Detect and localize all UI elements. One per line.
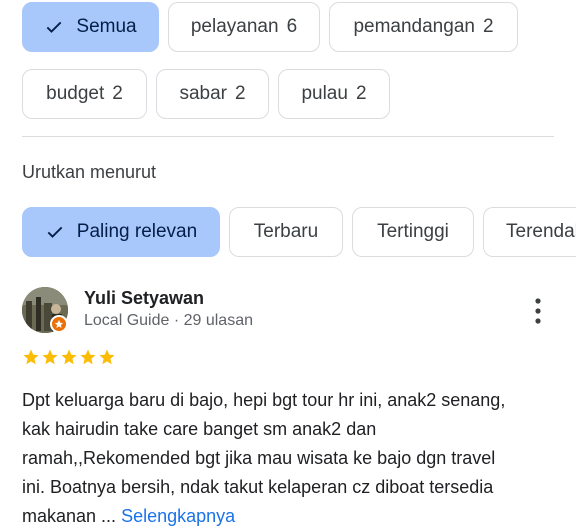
- star-icon: [23, 349, 39, 365]
- sort-label: Urutkan menurut: [22, 162, 157, 182]
- review-text-line: makanan ...: [22, 506, 117, 526]
- sort-chip-label: Tertinggi: [377, 221, 449, 242]
- filter-chip-pelayanan[interactable]: pelayanan 6: [168, 2, 320, 52]
- reviewer-meta: Local Guide · 29 ulasan: [84, 312, 253, 329]
- more-vert-icon[interactable]: [528, 296, 548, 326]
- review-text-line: ramah,,Rekomended bgt jika mau wisata ke…: [22, 448, 496, 468]
- filter-chip-count: 2: [482, 16, 494, 37]
- sort-chip-label: Terendah: [506, 221, 576, 242]
- filter-chip-label: sabar: [179, 83, 227, 104]
- filter-chip-pulau[interactable]: pulau 2: [278, 69, 390, 119]
- check-icon: [47, 226, 63, 238]
- filter-chip-label: pulau: [301, 83, 348, 104]
- sort-chip-tertinggi[interactable]: Tertinggi: [352, 207, 474, 257]
- review-text: Dpt keluarga baru di bajo, hepi bgt tour…: [22, 386, 562, 531]
- star-icon: [42, 349, 58, 365]
- star-icon: [61, 349, 77, 365]
- filter-chip-sabar[interactable]: sabar 2: [156, 69, 269, 119]
- filter-chip-label: pelayanan: [190, 16, 279, 37]
- sort-chip-terbaru[interactable]: Terbaru: [229, 207, 343, 257]
- review-text-line: ini. Boatnya bersih, ndak takut kelapera…: [22, 477, 494, 497]
- sort-chip-terendah[interactable]: Terendah: [483, 207, 576, 257]
- sort-chip-paling-relevan[interactable]: Paling relevan: [22, 207, 220, 257]
- star-icon: [99, 349, 115, 365]
- star-icon: [80, 349, 96, 365]
- review-text-line: Dpt keluarga baru di bajo, hepi bgt tour…: [22, 390, 506, 410]
- reviewer-name[interactable]: Yuli Setyawan: [84, 288, 204, 309]
- filter-chip-count: 6: [286, 16, 298, 37]
- filter-chip-label: Semua: [76, 16, 137, 37]
- divider: [22, 136, 554, 137]
- review-text-line: kak hairudin take care banget sm anak2 d…: [22, 419, 377, 439]
- filter-chip-count: 2: [234, 83, 246, 104]
- filter-chip-label: budget: [46, 83, 105, 104]
- see-more-link[interactable]: Selengkapnya: [121, 506, 235, 526]
- filter-chip-label: pemandangan: [353, 16, 475, 37]
- sort-chip-label: Paling relevan: [76, 221, 198, 242]
- filter-chip-count: 2: [112, 83, 123, 104]
- filter-chip-pemandangan[interactable]: pemandangan 2: [329, 2, 518, 52]
- filter-chip-semua[interactable]: Semua: [22, 2, 159, 52]
- check-icon: [47, 21, 62, 33]
- local-guide-badge-icon: [50, 315, 68, 333]
- review-text-last-line: makanan ... Selengkapnya: [22, 502, 562, 531]
- filter-chip-budget[interactable]: budget 2: [22, 69, 147, 119]
- sort-chip-label: Terbaru: [253, 221, 319, 242]
- star-rating: [22, 348, 116, 366]
- filter-chip-count: 2: [355, 83, 367, 104]
